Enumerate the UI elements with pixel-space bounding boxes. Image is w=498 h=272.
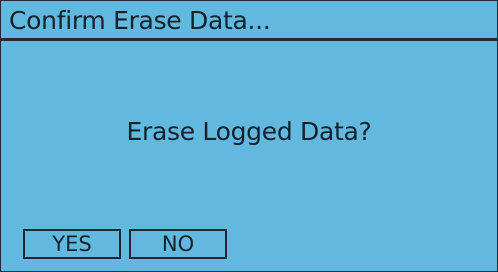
dialog-title: Confirm Erase Data... bbox=[9, 6, 271, 35]
no-button[interactable]: NO bbox=[129, 229, 227, 259]
confirm-erase-dialog: Confirm Erase Data... Erase Logged Data?… bbox=[0, 0, 498, 272]
dialog-message: Erase Logged Data? bbox=[126, 117, 372, 146]
yes-button[interactable]: YES bbox=[23, 229, 121, 259]
title-bar: Confirm Erase Data... bbox=[1, 1, 497, 41]
